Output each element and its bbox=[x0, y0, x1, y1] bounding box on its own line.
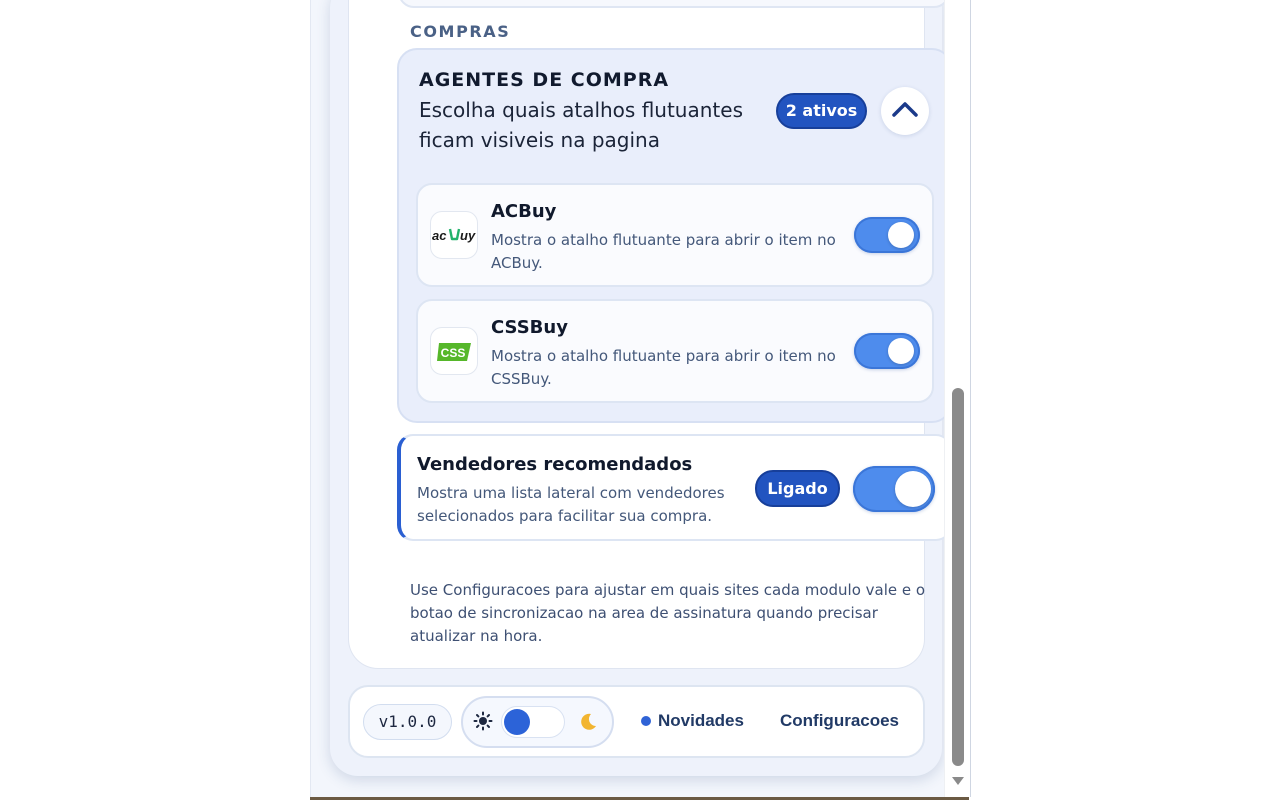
settings-note: Use Configuracoes para ajustar em quais … bbox=[410, 581, 926, 645]
agent-description: Mostra o atalho flutuante para abrir o i… bbox=[491, 347, 836, 388]
agents-title: AGENTES DE COMPRA bbox=[419, 69, 670, 91]
chevron-up-icon bbox=[892, 102, 918, 117]
sellers-title: Vendedores recomendados bbox=[417, 454, 693, 475]
cssbuy-toggle[interactable] bbox=[854, 333, 920, 369]
svg-text:ac: ac bbox=[432, 228, 447, 243]
svg-text:CSS: CSS bbox=[441, 346, 466, 360]
recommended-sellers-card: Vendedores recomendados Mostra uma lista… bbox=[397, 434, 952, 541]
toggle-knob bbox=[895, 471, 931, 507]
agent-name: CSSBuy bbox=[491, 317, 568, 338]
moon-icon bbox=[581, 713, 596, 730]
news-dot-indicator bbox=[641, 716, 651, 726]
svg-text:uy: uy bbox=[460, 228, 476, 243]
news-link[interactable]: Novidades bbox=[658, 711, 744, 731]
theme-track[interactable] bbox=[501, 706, 565, 738]
theme-switch[interactable] bbox=[461, 696, 614, 748]
settings-link[interactable]: Configuracoes bbox=[780, 711, 899, 731]
theme-knob bbox=[504, 709, 530, 735]
scrollbar-thumb[interactable] bbox=[952, 388, 964, 766]
status-badge: Ligado bbox=[755, 470, 840, 507]
active-count-badge: 2 ativos bbox=[776, 93, 867, 129]
agent-name: ACBuy bbox=[491, 201, 557, 222]
sellers-description: Mostra uma lista lateral com vendedores … bbox=[417, 484, 725, 525]
toggle-knob bbox=[888, 222, 914, 248]
acbuy-toggle[interactable] bbox=[854, 217, 920, 253]
toggle-knob bbox=[888, 338, 914, 364]
shopping-agents-group: AGENTES DE COMPRA Escolha quais atalhos … bbox=[397, 48, 952, 423]
settings-panel: COMPRAS AGENTES DE COMPRA Escolha quais … bbox=[348, 0, 952, 669]
collapse-agents-button[interactable] bbox=[881, 87, 929, 135]
extension-popup: COMPRAS AGENTES DE COMPRA Escolha quais … bbox=[310, 0, 971, 797]
scroll-down-arrow-icon[interactable] bbox=[952, 777, 964, 785]
agent-description: Mostra o atalho flutuante para abrir o i… bbox=[491, 231, 836, 272]
agent-card-acbuy: ac uy ACBuy Mostra o atalho flutuante pa… bbox=[416, 183, 934, 287]
cssbuy-logo: CSS bbox=[430, 327, 478, 375]
section-title: COMPRAS bbox=[410, 22, 511, 41]
agents-subtitle: Escolha quais atalhos flutuantes ficam v… bbox=[419, 98, 743, 152]
popup-footer: v1.0.0 Novidades Configuracoes bbox=[348, 685, 925, 758]
version-badge: v1.0.0 bbox=[363, 704, 452, 740]
sellers-toggle[interactable] bbox=[853, 466, 935, 512]
acbuy-logo: ac uy bbox=[430, 211, 478, 259]
vertical-scrollbar[interactable] bbox=[944, 0, 970, 797]
agent-card-cssbuy: CSS CSSBuy Mostra o atalho flutuante par… bbox=[416, 299, 934, 403]
previous-card-edge bbox=[398, 0, 950, 8]
sun-icon bbox=[473, 711, 493, 731]
